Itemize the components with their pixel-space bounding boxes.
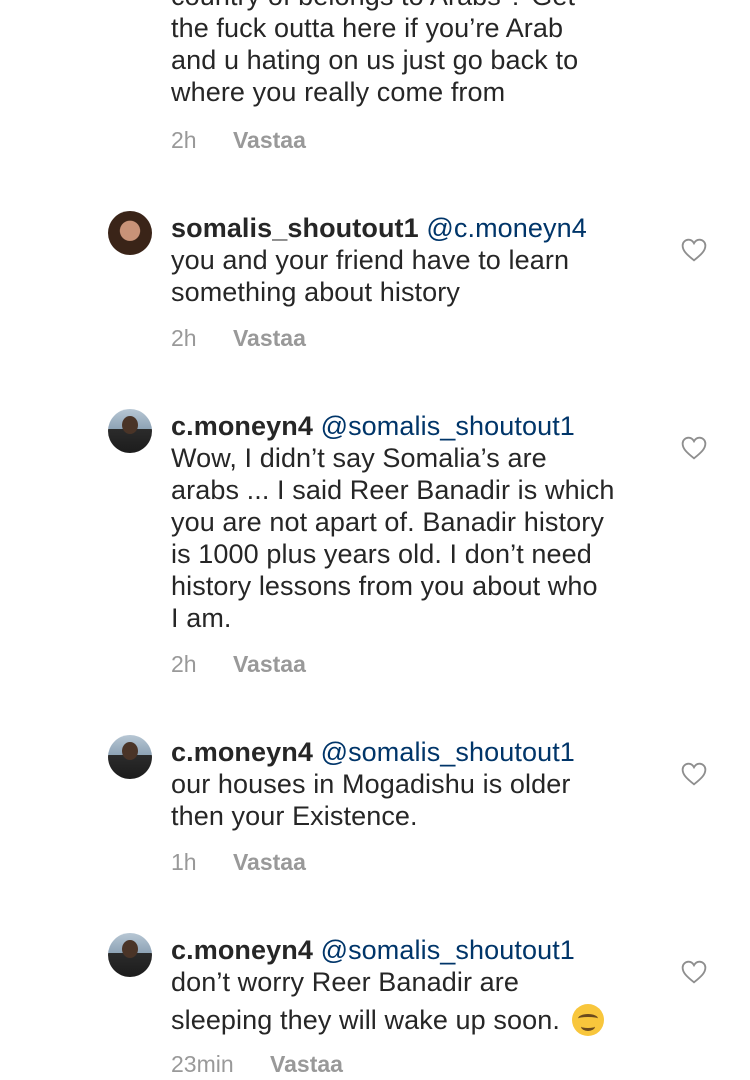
comment-line: sleeping they will wake up soon. [171,1004,651,1036]
heart-outline-icon[interactable] [681,762,707,786]
comment-line: I am. [171,603,232,633]
comment-line: something about history [171,277,460,307]
comment-line: don’t worry Reer Banadir are [171,967,519,997]
comment-username[interactable]: somalis_shoutout1 [171,213,419,243]
avatar[interactable] [108,211,152,255]
comment-time: 23min [171,1051,234,1077]
comment-line: Wow, I didn’t say Somalia’s are [171,443,547,473]
comment-line: country of belongs to Arabs ? Get [171,0,651,12]
comment-time: 2h [171,651,197,677]
heart-outline-icon[interactable] [681,238,707,262]
reply-button[interactable]: Vastaa [233,325,306,352]
comment-meta: 23min Vastaa [171,1051,343,1078]
comment-meta: 1h Vastaa [171,849,306,876]
comment-line: history lessons from you about who [171,571,598,601]
reply-button[interactable]: Vastaa [270,1051,343,1078]
comment-line: is 1000 plus years old. I don’t need [171,539,592,569]
comment-username[interactable]: c.moneyn4 [171,935,313,965]
comment-text: country of belongs to Arabs ? Get the fu… [171,0,651,108]
reply-button[interactable]: Vastaa [233,849,306,876]
reply-button[interactable]: Vastaa [233,127,306,154]
comment-time: 1h [171,849,197,875]
avatar[interactable] [108,735,152,779]
comment-mention[interactable]: @somalis_shoutout1 [321,411,575,441]
comment-line: you and your friend have to learn [171,245,570,275]
smiling-face-emoji [571,1004,604,1036]
comment-line: then your Existence. [171,801,418,831]
comment-header-line: c.moneyn4 @somalis_shoutout1 [171,934,651,966]
comment-header-line: somalis_shoutout1 @c.moneyn4 [171,212,651,244]
comment-meta: 2h Vastaa [171,651,306,678]
comment-line: and u hating on us just go back to [171,45,579,75]
comment-header-line: c.moneyn4 @somalis_shoutout1 [171,736,651,768]
comment-line: our houses in Mogadishu is older [171,769,571,799]
comment-text: c.moneyn4 @somalis_shoutout1 don’t worry… [171,934,651,1036]
comment-line: where you really come from [171,77,506,107]
comment-time: 2h [171,127,197,153]
comment-line-text: sleeping they will wake up soon. [171,1005,560,1035]
comment-text: c.moneyn4 @somalis_shoutout1 our houses … [171,736,651,832]
comment-meta: 2h Vastaa [171,325,306,352]
comment-time: 2h [171,325,197,351]
comment-text: c.moneyn4 @somalis_shoutout1 Wow, I didn… [171,410,651,634]
avatar[interactable] [108,933,152,977]
comment-username[interactable]: c.moneyn4 [171,737,313,767]
reply-button[interactable]: Vastaa [233,651,306,678]
comment-line: arabs ... I said Reer Banadir is which [171,475,615,505]
comment-mention[interactable]: @somalis_shoutout1 [321,935,575,965]
comment-line: you are not apart of. Banadir history [171,507,604,537]
comment-username[interactable]: c.moneyn4 [171,411,313,441]
comment-header-line: c.moneyn4 @somalis_shoutout1 [171,410,651,442]
heart-outline-icon[interactable] [681,436,707,460]
heart-outline-icon[interactable] [681,960,707,984]
comment-mention[interactable]: @somalis_shoutout1 [321,737,575,767]
comment-meta: 2h Vastaa [171,127,306,154]
avatar[interactable] [108,409,152,453]
comment-mention[interactable]: @c.moneyn4 [426,213,586,243]
comment-line: the fuck outta here if you’re Arab [171,13,564,43]
comment-text: somalis_shoutout1 @c.moneyn4 you and you… [171,212,651,308]
